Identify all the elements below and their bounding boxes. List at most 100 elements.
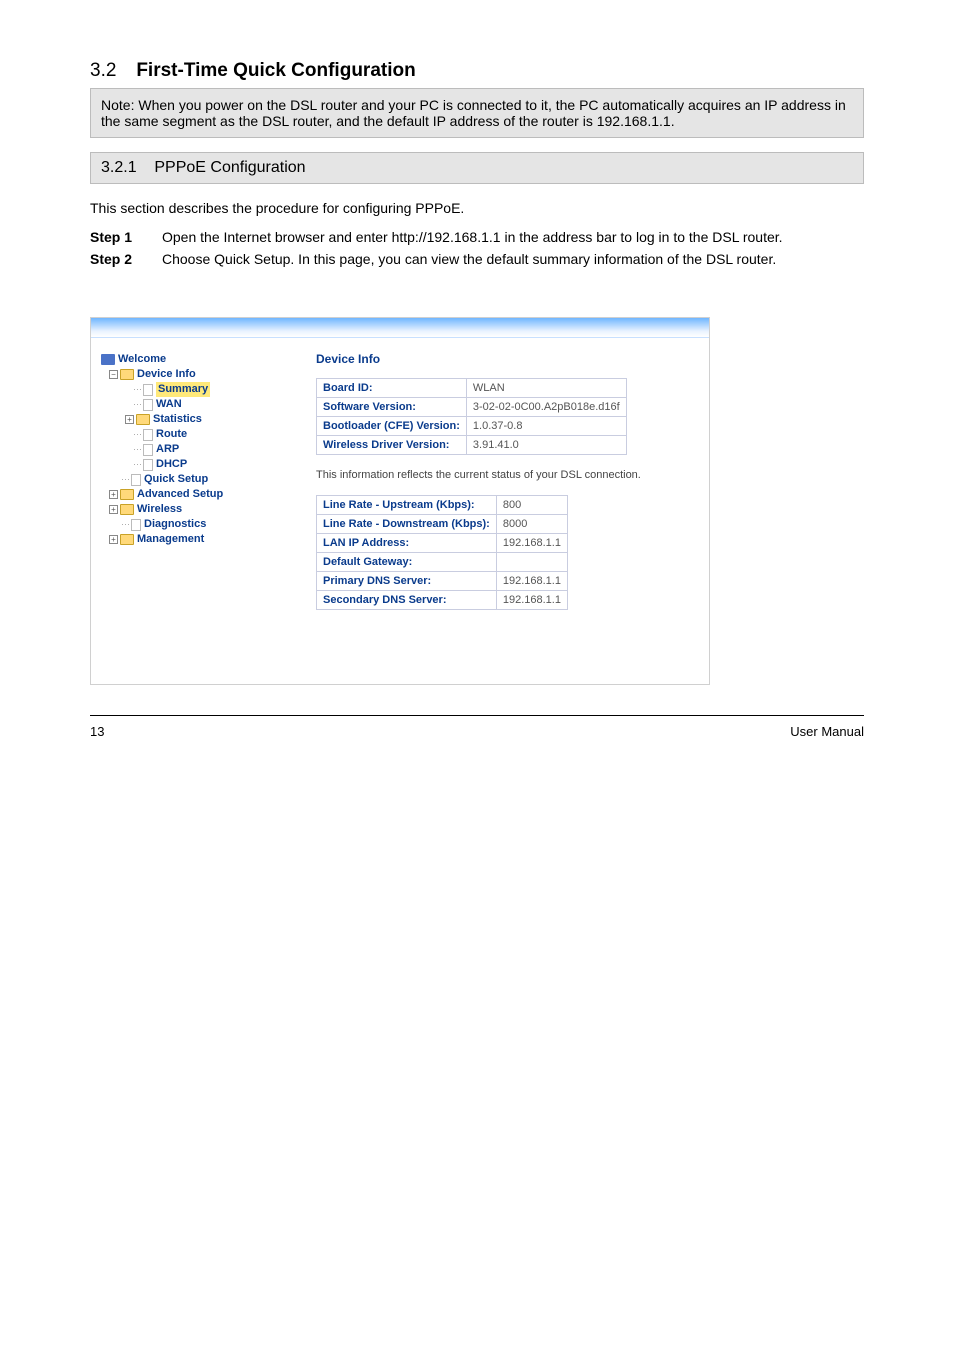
tree-welcome[interactable]: Welcome bbox=[101, 352, 286, 367]
section-heading-row: 3.2 First-Time Quick Configuration bbox=[90, 60, 864, 82]
tree-arp-label: ARP bbox=[156, 442, 179, 457]
file-icon bbox=[143, 444, 153, 456]
minus-icon[interactable]: − bbox=[109, 370, 118, 379]
file-icon bbox=[131, 474, 141, 486]
sdns-value: 192.168.1.1 bbox=[496, 591, 567, 610]
router-ui-body: Welcome − Device Info ⋯ Summary ⋯ WAN bbox=[91, 338, 709, 684]
router-ui-screenshot: Welcome − Device Info ⋯ Summary ⋯ WAN bbox=[90, 317, 710, 685]
table-row: Default Gateway: bbox=[317, 553, 568, 572]
table-row: LAN IP Address: 192.168.1.1 bbox=[317, 534, 568, 553]
device-info-table: Board ID: WLAN Software Version: 3-02-02… bbox=[316, 378, 627, 455]
downstream-value: 8000 bbox=[496, 515, 567, 534]
plus-icon[interactable]: + bbox=[109, 505, 118, 514]
step-2-text: Choose Quick Setup. In this page, you ca… bbox=[162, 251, 864, 267]
table-row: Primary DNS Server: 192.168.1.1 bbox=[317, 572, 568, 591]
file-icon bbox=[131, 519, 141, 531]
sw-version-key: Software Version: bbox=[317, 398, 467, 417]
tree-wan-label: WAN bbox=[156, 397, 182, 412]
table-row: Bootloader (CFE) Version: 1.0.37-0.8 bbox=[317, 417, 627, 436]
folder-open-icon bbox=[120, 369, 134, 380]
step-2-row: Step 2 Choose Quick Setup. In this page,… bbox=[90, 251, 864, 267]
tree-device-info-label: Device Info bbox=[137, 367, 196, 382]
footer-separator bbox=[90, 715, 864, 716]
tree-dhcp[interactable]: ⋯ DHCP bbox=[101, 457, 286, 472]
tree-wireless-label: Wireless bbox=[137, 502, 182, 517]
folder-icon bbox=[120, 504, 134, 515]
gateway-key: Default Gateway: bbox=[317, 553, 497, 572]
table-row: Line Rate - Upstream (Kbps): 800 bbox=[317, 496, 568, 515]
plus-icon[interactable]: + bbox=[125, 415, 134, 424]
tree-line-icon: ⋯ bbox=[133, 442, 141, 457]
table-row: Software Version: 3-02-02-0C00.A2pB018e.… bbox=[317, 398, 627, 417]
status-description: This information reflects the current st… bbox=[316, 469, 699, 481]
file-icon bbox=[143, 399, 153, 411]
tree-summary-label: Summary bbox=[156, 382, 210, 397]
connection-status-table: Line Rate - Upstream (Kbps): 800 Line Ra… bbox=[316, 495, 568, 610]
downstream-key: Line Rate - Downstream (Kbps): bbox=[317, 515, 497, 534]
tree-route[interactable]: ⋯ Route bbox=[101, 427, 286, 442]
subsection-number: 3.2.1 bbox=[101, 159, 137, 176]
tree-line-icon: ⋯ bbox=[121, 472, 129, 487]
wdrv-key: Wireless Driver Version: bbox=[317, 436, 467, 455]
subsection-title: PPPoE Configuration bbox=[154, 159, 305, 176]
section-title: First-Time Quick Configuration bbox=[136, 60, 415, 81]
footer-title: User Manual bbox=[790, 724, 864, 739]
plus-icon[interactable]: + bbox=[109, 535, 118, 544]
tree-wireless[interactable]: + Wireless bbox=[101, 502, 286, 517]
pdns-value: 192.168.1.1 bbox=[496, 572, 567, 591]
tree-line-icon: ⋯ bbox=[133, 397, 141, 412]
wdrv-value: 3.91.41.0 bbox=[466, 436, 626, 455]
tree-statistics-label: Statistics bbox=[153, 412, 202, 427]
page-footer: 13 User Manual bbox=[90, 724, 864, 739]
lan-ip-value: 192.168.1.1 bbox=[496, 534, 567, 553]
gateway-value bbox=[496, 553, 567, 572]
tree-arp[interactable]: ⋯ ARP bbox=[101, 442, 286, 457]
tree-line-icon: ⋯ bbox=[133, 382, 141, 397]
step-1-row: Step 1 Open the Internet browser and ent… bbox=[90, 229, 864, 245]
content-pane: Device Info Board ID: WLAN Software Vers… bbox=[286, 352, 699, 624]
tree-management-label: Management bbox=[137, 532, 204, 547]
table-row: Line Rate - Downstream (Kbps): 8000 bbox=[317, 515, 568, 534]
step-2-label: Step 2 bbox=[90, 251, 162, 267]
tree-quick-setup-label: Quick Setup bbox=[144, 472, 208, 487]
table-row: Secondary DNS Server: 192.168.1.1 bbox=[317, 591, 568, 610]
step-1-text: Open the Internet browser and enter http… bbox=[162, 229, 864, 245]
tree-diagnostics-label: Diagnostics bbox=[144, 517, 206, 532]
document-page: 3.2 First-Time Quick Configuration Note:… bbox=[0, 0, 954, 779]
tree-advanced-setup-label: Advanced Setup bbox=[137, 487, 223, 502]
board-id-value: WLAN bbox=[466, 379, 626, 398]
file-icon bbox=[143, 384, 153, 396]
folder-icon bbox=[120, 534, 134, 545]
nav-tree: Welcome − Device Info ⋯ Summary ⋯ WAN bbox=[101, 352, 286, 624]
tree-device-info[interactable]: − Device Info bbox=[101, 367, 286, 382]
board-id-key: Board ID: bbox=[317, 379, 467, 398]
file-icon bbox=[143, 459, 153, 471]
folder-icon bbox=[120, 489, 134, 500]
file-icon bbox=[143, 429, 153, 441]
tree-diagnostics[interactable]: ⋯ Diagnostics bbox=[101, 517, 286, 532]
tree-line-icon: ⋯ bbox=[133, 457, 141, 472]
pdns-key: Primary DNS Server: bbox=[317, 572, 497, 591]
tree-advanced-setup[interactable]: + Advanced Setup bbox=[101, 487, 286, 502]
table-row: Board ID: WLAN bbox=[317, 379, 627, 398]
sdns-key: Secondary DNS Server: bbox=[317, 591, 497, 610]
plus-icon[interactable]: + bbox=[109, 490, 118, 499]
section-number: 3.2 bbox=[90, 60, 116, 81]
folder-icon bbox=[136, 414, 150, 425]
tree-wan[interactable]: ⋯ WAN bbox=[101, 397, 286, 412]
tree-summary[interactable]: ⋯ Summary bbox=[101, 382, 286, 397]
subsection-heading-row: 3.2.1 PPPoE Configuration bbox=[90, 152, 864, 184]
upstream-key: Line Rate - Upstream (Kbps): bbox=[317, 496, 497, 515]
tree-quick-setup[interactable]: ⋯ Quick Setup bbox=[101, 472, 286, 487]
intro-paragraph: This section describes the procedure for… bbox=[90, 198, 864, 219]
tree-dhcp-label: DHCP bbox=[156, 457, 187, 472]
step-1-label: Step 1 bbox=[90, 229, 162, 245]
header-gradient bbox=[91, 318, 709, 338]
tree-route-label: Route bbox=[156, 427, 187, 442]
table-row: Wireless Driver Version: 3.91.41.0 bbox=[317, 436, 627, 455]
tree-line-icon: ⋯ bbox=[121, 517, 129, 532]
tree-statistics[interactable]: + Statistics bbox=[101, 412, 286, 427]
tree-welcome-label: Welcome bbox=[118, 352, 166, 367]
tree-management[interactable]: + Management bbox=[101, 532, 286, 547]
monitor-icon bbox=[101, 354, 115, 365]
